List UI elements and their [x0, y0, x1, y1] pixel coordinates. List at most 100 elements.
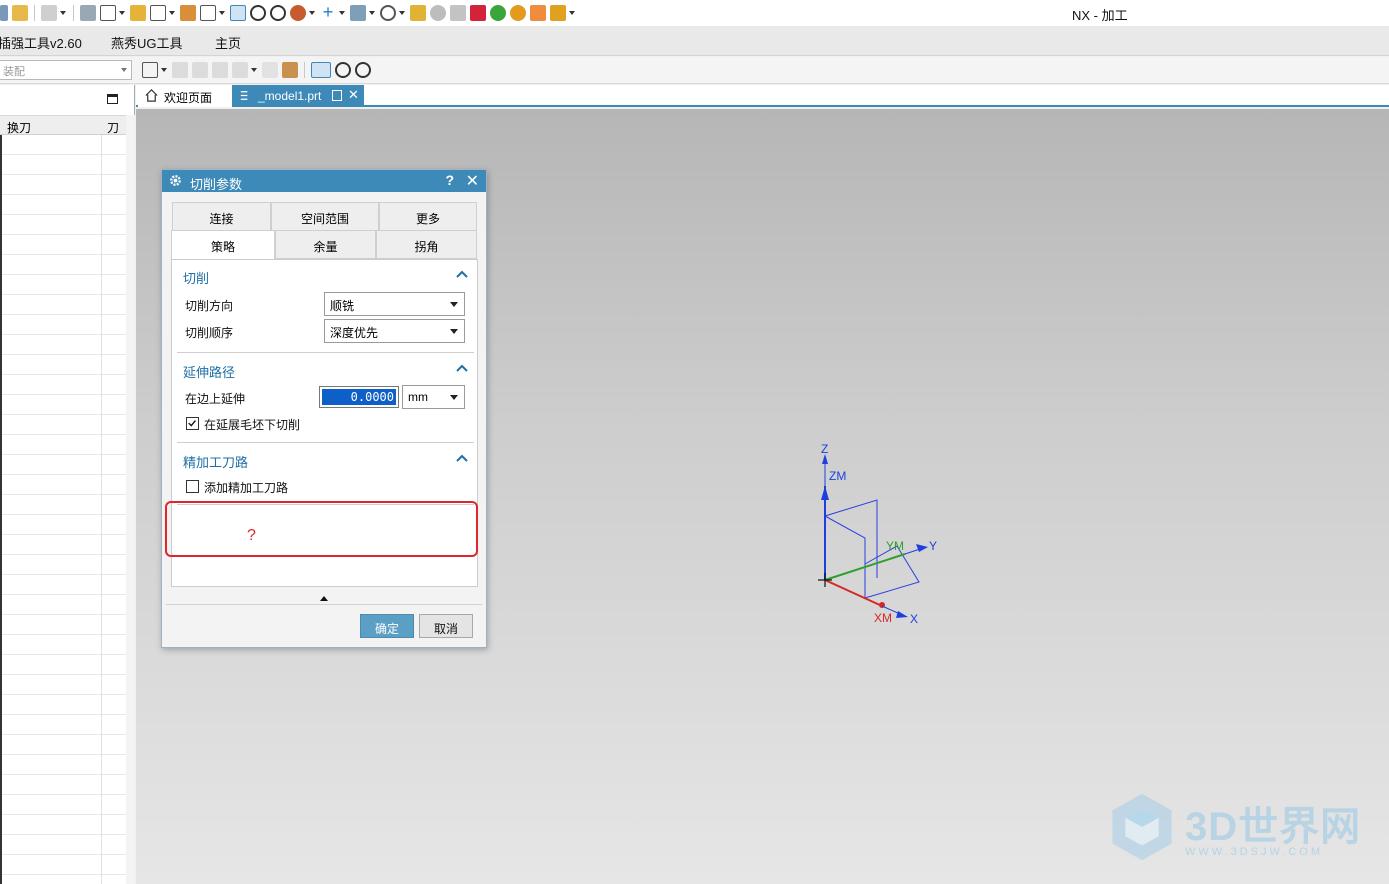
- gear-tool-icon[interactable]: [430, 5, 446, 21]
- collapse-icon[interactable]: [456, 364, 468, 372]
- x-axis-line: [824, 579, 883, 607]
- stop-icon[interactable]: [470, 5, 486, 21]
- tab-stock[interactable]: 余量: [275, 230, 376, 259]
- group-title-finish-pass: 精加工刀路: [183, 455, 249, 470]
- maximize-icon[interactable]: [107, 94, 118, 104]
- cut-order-value: 深度优先: [330, 326, 379, 340]
- dialog-divider: [166, 604, 482, 605]
- tab-model-part[interactable]: _model1.prt ✕: [232, 85, 364, 107]
- hide-icon[interactable]: [355, 62, 371, 78]
- collapse-icon[interactable]: [456, 270, 468, 278]
- cancel-button[interactable]: 取消: [419, 614, 473, 638]
- triad-label-y: Y: [929, 539, 937, 553]
- tab-corners[interactable]: 拐角: [376, 230, 477, 259]
- zm-arrow-icon: [821, 486, 829, 500]
- group-divider: [177, 442, 474, 443]
- rotate-icon[interactable]: [530, 5, 546, 21]
- copy-icon[interactable]: [80, 5, 96, 21]
- chevron-down-icon: [450, 302, 458, 307]
- group-title-extend-path: 延伸路径: [183, 365, 236, 380]
- cut-under-blank-label: 在延展毛坯下切削: [204, 418, 301, 432]
- type-filter-select[interactable]: 装配: [0, 60, 132, 80]
- unit-select[interactable]: mm: [402, 385, 465, 409]
- tab-spatial-range[interactable]: 空间范围: [271, 202, 379, 231]
- eye-icon[interactable]: [335, 62, 351, 78]
- plus-icon[interactable]: +: [320, 3, 336, 21]
- new-file-icon[interactable]: [0, 5, 8, 21]
- gear-icon: [170, 175, 181, 186]
- cut-direction-label: 切削方向: [185, 299, 234, 313]
- menu-tab-enhance-tools[interactable]: 插强工具v2.60: [0, 33, 82, 52]
- open-folder-icon[interactable]: [12, 5, 28, 21]
- tab-label: 欢迎页面: [164, 91, 213, 105]
- document-tabs: 欢迎页面 _model1.prt ✕: [136, 85, 1389, 107]
- filter-icon[interactable]: [142, 62, 158, 78]
- modified-icon: [332, 90, 342, 101]
- chevron-down-icon: [450, 329, 458, 334]
- cut-direction-select[interactable]: 顺铣: [324, 292, 465, 316]
- document-icon[interactable]: [150, 5, 166, 21]
- dialog-title-bar[interactable]: 切削参数 ? ✕: [162, 170, 486, 192]
- watermark-text: 3D世界网: [1185, 805, 1362, 849]
- tab-more[interactable]: 更多: [379, 202, 477, 231]
- cut-under-blank-checkbox[interactable]: [186, 417, 199, 430]
- add-finish-pass-label: 添加精加工刀路: [204, 481, 289, 495]
- navigator-header: 换刀 刀: [0, 115, 126, 135]
- ok-button[interactable]: 确定: [360, 614, 414, 638]
- funnel-icon[interactable]: [172, 62, 188, 78]
- pause-icon[interactable]: [270, 5, 286, 21]
- cut-direction-value: 顺铣: [330, 299, 355, 313]
- brush-icon[interactable]: [550, 5, 566, 21]
- ruler-icon[interactable]: [410, 5, 426, 21]
- app-title: NX - 加工: [1072, 8, 1128, 23]
- list-icon[interactable]: [450, 5, 466, 21]
- menu-tab-home[interactable]: 主页: [215, 33, 241, 52]
- column-header-tool[interactable]: 刀: [107, 119, 119, 136]
- select-icon[interactable]: [192, 62, 208, 78]
- save-icon[interactable]: [41, 5, 57, 21]
- wcs-triad: Z ZM YM Y XM X: [818, 442, 937, 626]
- column-header-tool-change[interactable]: 换刀: [7, 119, 31, 136]
- tool-icon[interactable]: [290, 5, 306, 21]
- window-icon[interactable]: [100, 5, 116, 21]
- add-finish-pass-checkbox[interactable]: [186, 480, 199, 493]
- mcs-visibility-icon[interactable]: [311, 62, 331, 78]
- snap-icon[interactable]: [232, 62, 248, 78]
- checkmark-icon: [188, 420, 196, 427]
- machine-icon[interactable]: [350, 5, 366, 21]
- expand-icon[interactable]: [320, 596, 328, 601]
- cutting-parameters-dialog: 切削参数 ? ✕ 连接 空间范围 更多 策略 余量 拐角 切削 切削方向 顺铣 …: [161, 169, 487, 648]
- tab-connection[interactable]: 连接: [172, 202, 271, 231]
- ball-icon[interactable]: [490, 5, 506, 21]
- selection-icon[interactable]: [212, 62, 228, 78]
- help-button[interactable]: ?: [445, 172, 454, 188]
- navigator-rows[interactable]: [0, 135, 126, 884]
- x-arrow-icon: [896, 611, 908, 618]
- tab-strategy[interactable]: 策略: [171, 230, 275, 260]
- triad-plane-outline: [864, 545, 920, 599]
- p-logo-icon[interactable]: [510, 5, 526, 21]
- triad-plane-outline: [824, 515, 866, 598]
- home-icon: [145, 89, 158, 102]
- extend-on-edge-input[interactable]: 0.0000: [319, 386, 399, 408]
- type-filter-value: 装配: [3, 66, 25, 78]
- folder-icon[interactable]: [130, 5, 146, 21]
- close-button[interactable]: ✕: [466, 171, 479, 191]
- quick-access-toolbar: + NX - 加工: [0, 0, 1389, 26]
- cut-order-select[interactable]: 深度优先: [324, 319, 465, 343]
- page-icon[interactable]: [200, 5, 216, 21]
- refresh-icon[interactable]: [380, 5, 396, 21]
- extend-on-edge-value: 0.0000: [322, 389, 396, 405]
- ribbon-menu: 插强工具v2.60 燕秀UG工具 主页: [0, 26, 1389, 56]
- solid-icon[interactable]: [282, 62, 298, 78]
- watermark: 3D世界网 WWW.3DSJW.COM: [1105, 790, 1375, 870]
- navigator-scrollbar[interactable]: [126, 115, 135, 884]
- play-icon[interactable]: [250, 5, 266, 21]
- menu-tab-yanxiu-tools[interactable]: 燕秀UG工具: [111, 33, 183, 52]
- export-icon[interactable]: [180, 5, 196, 21]
- collapse-icon[interactable]: [456, 454, 468, 462]
- edit-operation-icon[interactable]: [230, 5, 246, 21]
- close-tab-icon[interactable]: ✕: [348, 87, 359, 103]
- box-icon[interactable]: [262, 62, 278, 78]
- tab-welcome-page[interactable]: 欢迎页面: [138, 85, 232, 107]
